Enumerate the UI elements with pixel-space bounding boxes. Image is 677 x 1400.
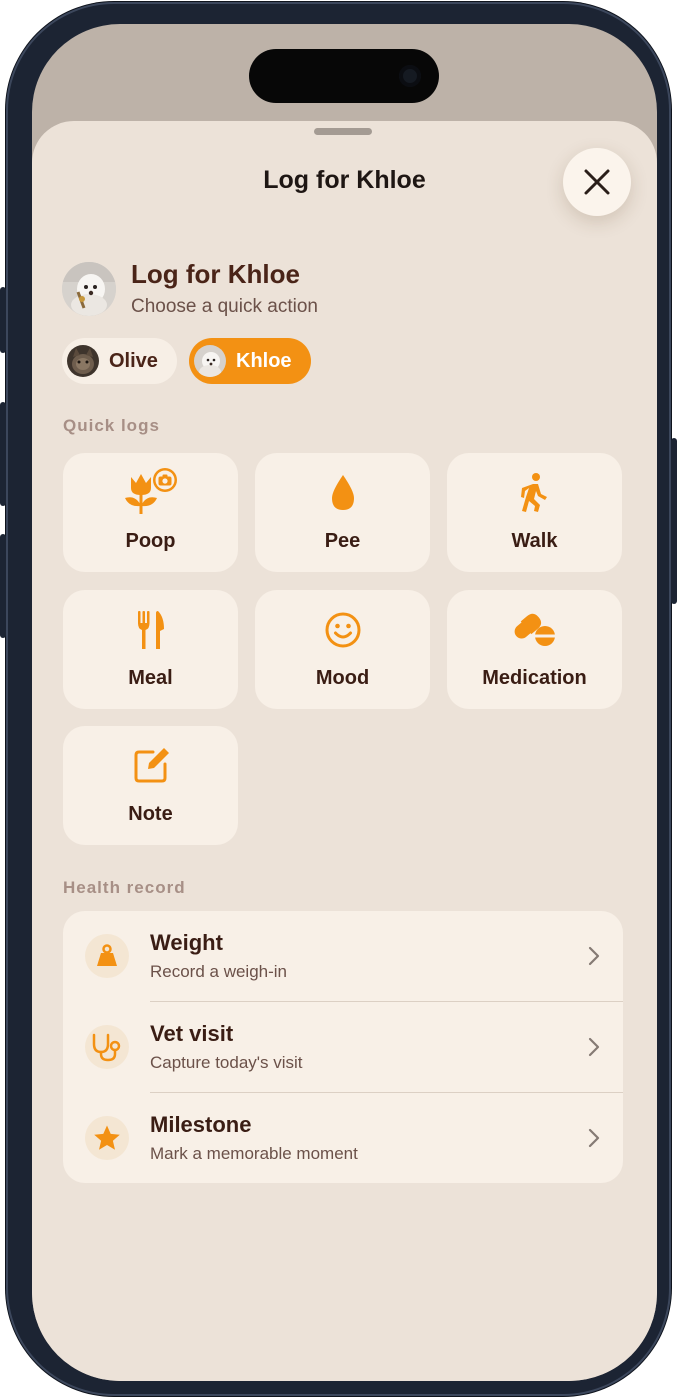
sheet-grabber[interactable] [314, 128, 372, 135]
smiley-icon [325, 612, 360, 648]
pet-chip-label: Olive [109, 349, 158, 372]
scale-weight-icon [97, 944, 117, 966]
health-row-subtitle: Mark a memorable moment [150, 1144, 358, 1163]
edit-note-icon [134, 748, 169, 783]
chevron-right-icon [588, 946, 600, 966]
quick-log-label: Note [128, 803, 173, 825]
quick-log-walk[interactable]: Walk [447, 453, 622, 572]
health-row-vet-visit[interactable]: Vet visit Capture today's visit [63, 1002, 623, 1093]
chevron-right-icon [588, 1037, 600, 1057]
poop-camera-icon [124, 468, 177, 514]
health-row-weight[interactable]: Weight Record a weigh-in [63, 911, 623, 1002]
quick-log-poop[interactable]: Poop [63, 453, 238, 572]
quick-log-note[interactable]: Note [63, 726, 238, 845]
pet-avatar-khloe-small [194, 345, 226, 377]
quick-log-label: Pee [324, 530, 361, 552]
health-row-title: Milestone [150, 1112, 252, 1137]
dynamic-island [249, 49, 439, 103]
close-button[interactable] [563, 148, 631, 216]
quick-log-label: Walk [511, 530, 558, 552]
pet-chip-label: Khloe [236, 349, 292, 372]
power-button [671, 438, 677, 604]
log-sheet: Log for Khloe Log for Khloe Choose a qui… [32, 121, 657, 1381]
quick-logs-label: Quick logs [63, 416, 160, 435]
front-camera [399, 65, 421, 87]
quick-log-medication[interactable]: Medication [447, 590, 622, 709]
health-row-subtitle: Record a weigh-in [150, 962, 288, 981]
phone-frame: Log for Khloe Log for Khloe Choose a qui… [0, 2, 677, 1396]
stethoscope-icon [92, 1033, 121, 1062]
pet-avatar-khloe [62, 262, 116, 316]
pet-chip-khloe[interactable]: Khloe [189, 338, 311, 384]
quick-log-label: Meal [128, 667, 173, 689]
chevron-right-icon [588, 1128, 600, 1148]
volume-up-button [0, 402, 6, 506]
volume-down-button [0, 534, 6, 638]
close-icon [584, 169, 610, 195]
quick-log-pee[interactable]: Pee [255, 453, 430, 572]
health-row-milestone[interactable]: Milestone Mark a memorable moment [63, 1093, 623, 1183]
pills-icon [514, 613, 555, 646]
health-row-title: Weight [150, 930, 223, 955]
health-row-title: Vet visit [150, 1021, 234, 1046]
action-button [0, 287, 6, 353]
fork-knife-icon [137, 611, 164, 649]
header-subtitle: Choose a quick action [131, 296, 318, 317]
header-title: Log for Khloe [131, 259, 300, 289]
quick-log-mood[interactable]: Mood [255, 590, 430, 709]
pet-chip-olive[interactable]: Olive [62, 338, 177, 384]
walk-icon [520, 473, 547, 512]
star-icon [94, 1125, 120, 1150]
drop-icon [331, 475, 354, 510]
quick-log-label: Poop [125, 530, 176, 552]
quick-log-label: Mood [315, 667, 370, 689]
health-row-subtitle: Capture today's visit [150, 1053, 303, 1072]
health-record-list: Weight Record a weigh-in Vet visit Captu… [63, 911, 623, 1183]
quick-log-meal[interactable]: Meal [63, 590, 238, 709]
pet-avatar-olive [67, 345, 99, 377]
quick-log-label: Medication [482, 667, 587, 689]
health-record-label: Health record [63, 878, 186, 897]
screen: Log for Khloe Log for Khloe Choose a qui… [32, 24, 657, 1381]
